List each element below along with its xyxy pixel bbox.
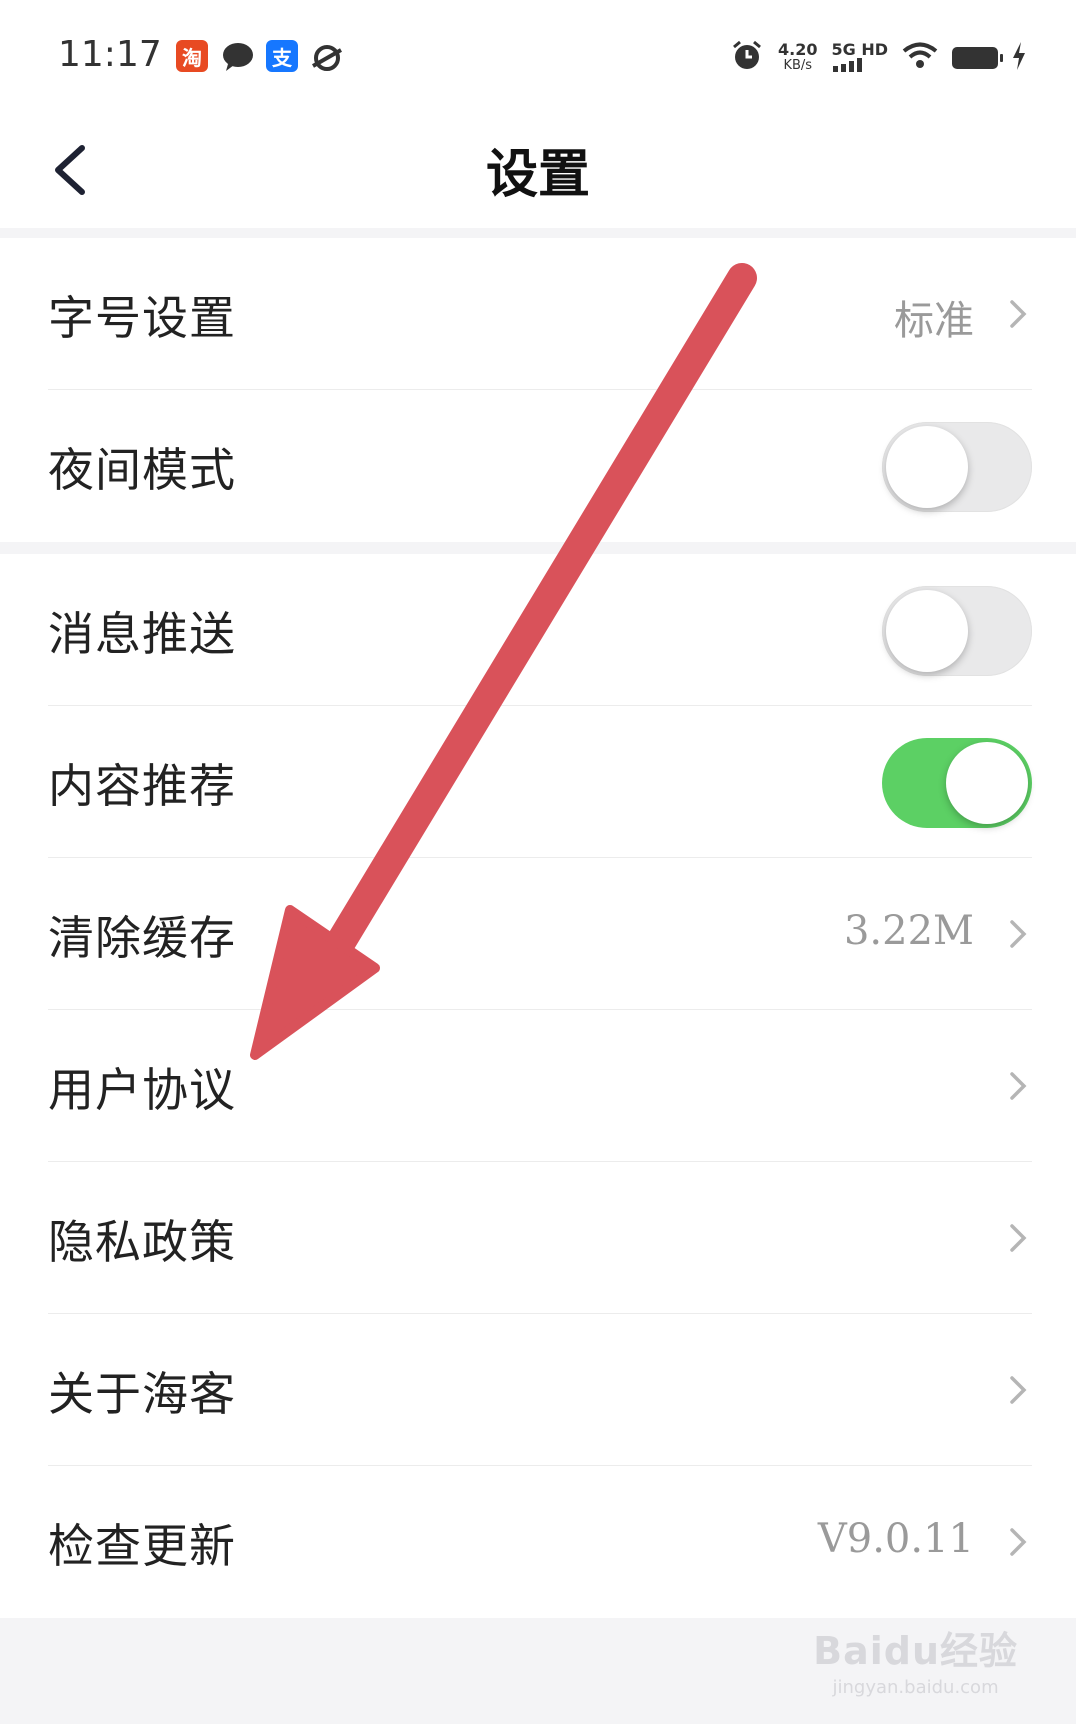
privacy-label: 隐私政策 [48,1215,236,1269]
night-mode-toggle[interactable] [882,422,1032,512]
nav-bar: 设置 [0,112,1076,228]
version-value: V9.0.11 [817,1516,974,1562]
push-toggle[interactable] [882,586,1032,676]
watermark-brand: Baidu经验 [813,1629,1018,1673]
settings-group-general: 消息推送 内容推荐 清除缓存 3.22M 用户协议 隐私政策 关于海客 检查更新… [0,554,1076,1618]
watermark-url: jingyan.baidu.com [832,1677,999,1698]
wifi-icon [902,42,938,74]
user-agreement-label: 用户协议 [48,1063,236,1117]
charging-icon [1012,42,1026,74]
status-time: 11:17 [58,34,162,75]
about-row[interactable]: 关于海客 [48,1314,1032,1466]
chevron-right-icon [1010,1528,1027,1556]
toggle-knob [946,742,1028,824]
planet-app-icon [310,42,344,78]
chevron-right-icon [1010,1376,1027,1404]
about-label: 关于海客 [48,1367,236,1421]
network-type: 5G HD [831,41,888,75]
battery-icon [952,47,1003,69]
status-indicators: 4.20 KB/s 5G HD [730,38,1026,78]
check-update-row[interactable]: 检查更新 V9.0.11 [48,1466,1032,1618]
privacy-row[interactable]: 隐私政策 [48,1162,1032,1314]
font-size-value: 标准 [894,298,974,344]
page-title: 设置 [485,144,590,205]
settings-group-display: 字号设置 标准 夜间模式 [0,238,1076,542]
cache-size-value: 3.22M [843,908,974,954]
status-bar: 11:17 淘 支 4.20 KB/s 5G HD [0,0,1076,112]
check-update-label: 检查更新 [48,1519,236,1573]
chevron-right-icon [1010,1224,1027,1252]
chevron-right-icon [1010,300,1027,328]
watermark: Baidu经验 jingyan.baidu.com [813,1620,1018,1698]
recommend-row: 内容推荐 [48,706,1032,858]
toggle-knob [886,426,968,508]
signal-icon [833,57,863,72]
alipay-app-icon: 支 [266,40,298,72]
taobao-app-icon: 淘 [176,40,208,72]
push-label: 消息推送 [48,607,236,661]
font-size-label: 字号设置 [48,291,236,345]
recommend-label: 内容推荐 [48,759,236,813]
alarm-icon [730,39,764,77]
chevron-right-icon [1010,920,1027,948]
toggle-knob [886,590,968,672]
clear-cache-label: 清除缓存 [48,911,236,965]
night-mode-label: 夜间模式 [48,443,236,497]
font-size-row[interactable]: 字号设置 标准 [48,238,1032,390]
user-agreement-row[interactable]: 用户协议 [48,1010,1032,1162]
chat-bubble-icon [222,42,254,76]
push-row: 消息推送 [48,554,1032,706]
clear-cache-row[interactable]: 清除缓存 3.22M [48,858,1032,1010]
chevron-right-icon [1010,1072,1027,1100]
recommend-toggle[interactable] [882,738,1032,828]
night-mode-row: 夜间模式 [48,390,1032,542]
network-speed: 4.20 KB/s [778,40,818,74]
